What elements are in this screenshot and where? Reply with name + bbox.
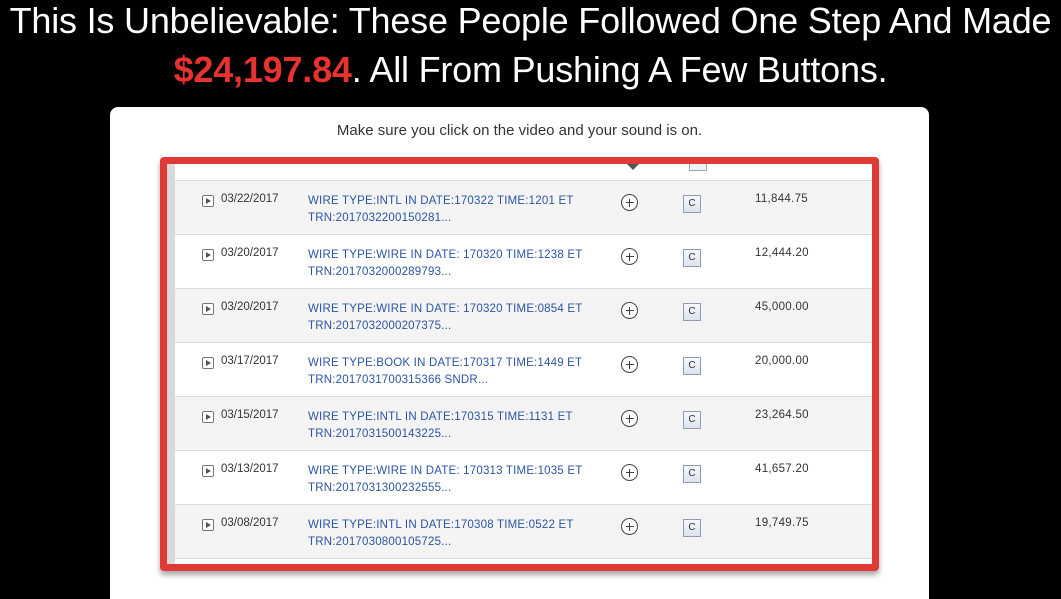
transaction-date: 03/22/2017 [221,193,279,205]
expand-icon[interactable] [202,303,214,315]
plus-circle-icon[interactable] [621,248,638,265]
description-line-1[interactable]: WIRE TYPE:WIRE IN DATE: 170313 TIME:1035… [308,463,608,480]
transaction-amount: 23,264.50 [755,409,809,421]
transaction-date: 03/17/2017 [221,355,279,367]
description-line-1[interactable]: WIRE TYPE:WIRE IN DATE: 170320 TIME:1238… [308,247,608,264]
transaction-row[interactable]: 03/20/2017 WIRE TYPE:WIRE IN DATE: 170320… [175,289,872,343]
description-line-2[interactable]: TRN:2017030800105725... [308,534,608,551]
video-card: Make sure you click on the video and you… [110,107,929,599]
description-line-1[interactable]: WIRE TYPE:INTL IN DATE:170322 TIME:1201 … [308,193,608,210]
transaction-date: 03/20/2017 [221,247,279,259]
plus-circle-icon[interactable] [621,410,638,427]
video-content[interactable]: 03/22/2017 WIRE TYPE:INTL IN DATE:170322 … [167,164,872,564]
c-button-icon[interactable]: C [683,411,701,429]
video-player[interactable]: 03/22/2017 WIRE TYPE:INTL IN DATE:170322 … [160,157,879,571]
c-button-icon[interactable]: C [683,249,701,267]
arrow-icon [627,164,639,170]
transaction-description[interactable]: WIRE TYPE:INTL IN DATE:170322 TIME:1201 … [308,193,608,227]
description-line-2[interactable]: TRN:2017032000207375... [308,318,608,335]
transaction-row[interactable]: 03/20/2017 WIRE TYPE:WIRE IN DATE: 170320… [175,235,872,289]
transaction-row[interactable]: 03/13/2017 WIRE TYPE:WIRE IN DATE: 170313… [175,451,872,505]
expand-icon[interactable] [202,195,214,207]
transaction-date: 03/08/2017 [221,517,279,529]
transaction-description[interactable]: WIRE TYPE:WIRE IN DATE: 170313 TIME:1035… [308,463,608,497]
headline-line-1: This Is Unbelievable: These People Follo… [9,0,1052,41]
c-button-icon[interactable]: C [683,303,701,321]
transaction-amount: 19,749.75 [755,517,809,529]
description-line-1[interactable]: WIRE TYPE:BOOK IN DATE:170317 TIME:1449 … [308,355,608,372]
expand-icon[interactable] [202,519,214,531]
c-button-icon[interactable]: C [683,465,701,483]
headline: This Is Unbelievable: These People Follo… [0,0,1061,92]
description-line-2[interactable]: TRN:2017031300232555... [308,480,608,497]
expand-icon[interactable] [202,465,214,477]
expand-icon[interactable] [202,249,214,261]
transaction-description[interactable]: WIRE TYPE:BOOK IN DATE:170317 TIME:1449 … [308,355,608,389]
transaction-amount: 41,657.20 [755,463,809,475]
transaction-date: 03/13/2017 [221,463,279,475]
description-line-2[interactable]: TRN:2017032200150281... [308,210,608,227]
left-scroll-bar [167,164,175,564]
plus-circle-icon[interactable] [621,464,638,481]
headline-line-2: $24,197.84. All From Pushing A Few Butto… [0,44,1061,92]
transaction-description[interactable]: WIRE TYPE:INTL IN DATE:170315 TIME:1131 … [308,409,608,443]
transaction-row[interactable]: 03/15/2017 WIRE TYPE:INTL IN DATE:170315 … [175,397,872,451]
description-line-2[interactable]: TRN:2017031500143225... [308,426,608,443]
c-button-icon[interactable]: C [683,519,701,537]
headline-line-2-rest: . All From Pushing A Few Buttons. [351,49,888,90]
c-button-icon [689,164,707,171]
partial-row-top [175,164,872,181]
c-button-icon[interactable]: C [683,357,701,375]
transaction-amount: 11,844.75 [755,193,809,205]
plus-circle-icon[interactable] [621,518,638,535]
transaction-description[interactable]: WIRE TYPE:WIRE IN DATE: 170320 TIME:0854… [308,301,608,335]
transaction-row[interactable]: 03/17/2017 WIRE TYPE:BOOK IN DATE:170317 … [175,343,872,397]
transaction-description[interactable]: WIRE TYPE:WIRE IN DATE: 170320 TIME:1238… [308,247,608,281]
transaction-row[interactable]: 03/08/2017 WIRE TYPE:INTL IN DATE:170308 … [175,505,872,559]
plus-circle-icon[interactable] [621,302,638,319]
description-line-2[interactable]: TRN:2017032000289793... [308,264,608,281]
transaction-amount: 12,444.20 [755,247,809,259]
transaction-date: 03/20/2017 [221,301,279,313]
transaction-amount: 45,000.00 [755,301,809,313]
transaction-date: 03/15/2017 [221,409,279,421]
transaction-row[interactable]: 03/22/2017 WIRE TYPE:INTL IN DATE:170322 … [175,181,872,235]
description-line-2[interactable]: TRN:2017031700315366 SNDR... [308,372,608,389]
expand-icon[interactable] [202,357,214,369]
sound-notice: Make sure you click on the video and you… [336,122,703,139]
plus-circle-icon[interactable] [621,194,638,211]
description-line-1[interactable]: WIRE TYPE:INTL IN DATE:170315 TIME:1131 … [308,409,608,426]
description-line-1[interactable]: WIRE TYPE:INTL IN DATE:170308 TIME:0522 … [308,517,608,534]
transaction-description[interactable]: WIRE TYPE:INTL IN DATE:170308 TIME:0522 … [308,517,608,551]
description-line-1[interactable]: WIRE TYPE:WIRE IN DATE: 170320 TIME:0854… [308,301,608,318]
transaction-amount: 20,000.00 [755,355,809,367]
c-button-icon[interactable]: C [683,195,701,213]
plus-circle-icon[interactable] [621,356,638,373]
expand-icon[interactable] [202,411,214,423]
headline-amount: $24,197.84 [173,49,352,90]
